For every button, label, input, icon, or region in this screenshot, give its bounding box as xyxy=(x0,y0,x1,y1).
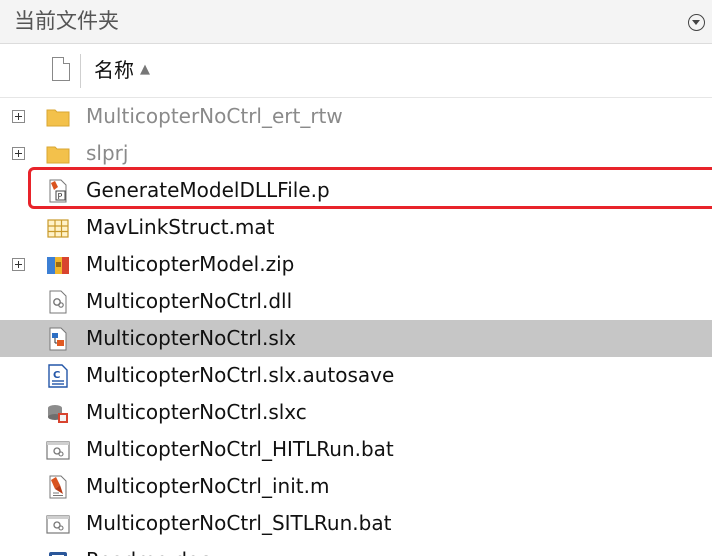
file-row-generatemodeldllfile-p[interactable]: P GenerateModelDLLFile.p xyxy=(0,172,712,209)
file-row-multicoptermodel-zip[interactable]: MulticopterModel.zip xyxy=(0,246,712,283)
dll-file-icon xyxy=(49,290,67,314)
file-name: MulticopterNoCtrl_HITLRun.bat xyxy=(86,437,394,461)
file-name: MulticopterNoCtrl.dll xyxy=(86,289,293,313)
file-row-multicopternoctrl-init-m[interactable]: MulticopterNoCtrl_init.m xyxy=(0,468,712,505)
file-name: MulticopterModel.zip xyxy=(86,252,295,276)
batch-file-icon xyxy=(46,515,70,534)
file-name: MulticopterNoCtrl.slx.autosave xyxy=(86,363,395,387)
name-column-header[interactable]: 名称 ▲ xyxy=(94,56,150,84)
file-name: MulticopterNoCtrl_SITLRun.bat xyxy=(86,511,392,535)
batch-file-icon xyxy=(46,441,70,460)
file-name: MavLinkStruct.mat xyxy=(86,215,275,239)
current-folder-panel: 当前文件夹 名称 ▲ MulticopterNoCtrl_ert_rtw slp… xyxy=(0,0,712,556)
file-row-multicopternoctrl-slx-autosave[interactable]: C MulticopterNoCtrl.slx.autosave xyxy=(0,357,712,394)
expand-plus-icon[interactable] xyxy=(12,147,25,160)
simulink-model-icon xyxy=(49,327,67,351)
sort-ascending-icon: ▲ xyxy=(140,62,150,77)
word-document-icon: W xyxy=(49,552,67,556)
matlab-pcode-icon: P xyxy=(49,179,67,203)
file-name: slprj xyxy=(86,141,129,165)
file-row-multicopternoctrl-slxc[interactable]: MulticopterNoCtrl.slxc xyxy=(0,394,712,431)
folder-row-slprj[interactable]: slprj xyxy=(0,135,712,172)
matlab-script-icon xyxy=(49,475,67,499)
file-name: MulticopterNoCtrl_init.m xyxy=(86,474,330,498)
mat-data-icon xyxy=(47,219,69,238)
folder-row-multicopternoctrl-ert-rtw[interactable]: MulticopterNoCtrl_ert_rtw xyxy=(0,98,712,135)
panel-title: 当前文件夹 xyxy=(14,9,119,33)
svg-text:P: P xyxy=(58,192,63,201)
file-name: Readme.docx xyxy=(86,547,222,556)
panel-actions-menu-icon[interactable] xyxy=(688,14,705,31)
expand-plus-icon[interactable] xyxy=(12,110,25,123)
name-column-label: 名称 xyxy=(94,58,134,82)
file-row-readme-docx[interactable]: W Readme.docx xyxy=(0,542,712,556)
file-row-multicopternoctrl-dll[interactable]: MulticopterNoCtrl.dll xyxy=(0,283,712,320)
folder-icon xyxy=(46,109,70,127)
column-divider[interactable] xyxy=(80,54,81,88)
file-row-multicopternoctrl-hitlrun-bat[interactable]: MulticopterNoCtrl_HITLRun.bat xyxy=(0,431,712,468)
file-row-multicopternoctrl-sitlrun-bat[interactable]: MulticopterNoCtrl_SITLRun.bat xyxy=(0,505,712,542)
autosave-file-icon: C xyxy=(48,364,68,388)
file-type-column-icon[interactable] xyxy=(52,57,70,81)
file-name: MulticopterNoCtrl.slx xyxy=(86,326,297,350)
slxc-cache-icon xyxy=(48,405,68,423)
file-row-multicopternoctrl-slx[interactable]: MulticopterNoCtrl.slx xyxy=(0,320,712,357)
expand-plus-icon[interactable] xyxy=(12,258,25,271)
column-header: 名称 ▲ xyxy=(0,44,712,98)
svg-text:C: C xyxy=(53,370,60,381)
file-name: GenerateModelDLLFile.p xyxy=(86,178,330,202)
panel-titlebar: 当前文件夹 xyxy=(0,0,712,44)
file-row-mavlinkstruct-mat[interactable]: MavLinkStruct.mat xyxy=(0,209,712,246)
file-name: MulticopterNoCtrl.slxc xyxy=(86,400,307,424)
folder-icon xyxy=(46,146,70,164)
zip-archive-icon xyxy=(47,257,69,274)
file-name: MulticopterNoCtrl_ert_rtw xyxy=(86,104,343,128)
